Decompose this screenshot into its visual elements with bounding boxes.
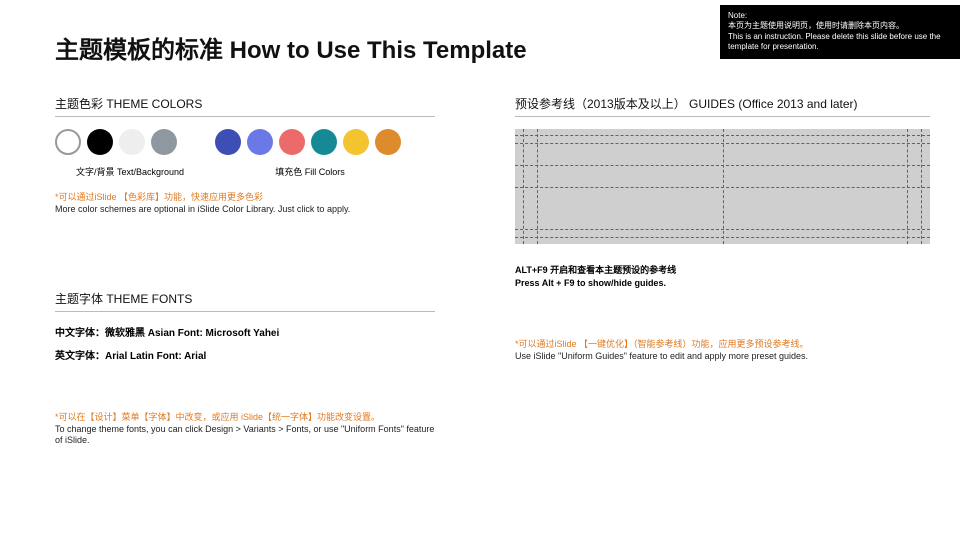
swatch-group-fill bbox=[215, 129, 401, 155]
tip-fonts-sub: To change theme fonts, you can click Des… bbox=[55, 424, 435, 447]
section-heading-fonts: 主题字体 THEME FONTS bbox=[55, 290, 435, 312]
swatch-row bbox=[55, 129, 435, 155]
section-heading-guides: 预设参考线（2013版本及以上） GUIDES (Office 2013 and… bbox=[515, 95, 930, 117]
page-title: 主题模板的标准 How to Use This Template bbox=[55, 30, 527, 65]
swatch-text-3 bbox=[119, 129, 145, 155]
tip-colors: *可以通过iSlide 【色彩库】功能，快速应用更多色彩 More color … bbox=[55, 192, 435, 215]
tip-colors-accent: *可以通过iSlide 【色彩库】功能，快速应用更多色彩 bbox=[55, 192, 435, 204]
swatch-fill-3 bbox=[279, 129, 305, 155]
tip-fonts-accent: *可以在【设计】菜单【字体】中改变，或应用 iSlide【统一字体】功能改变设置… bbox=[55, 412, 435, 424]
tip-guides-accent: *可以通过iSlide 【一键优化】（智能参考线）功能，应用更多预设参考线。 bbox=[515, 339, 930, 351]
swatch-fill-5 bbox=[343, 129, 369, 155]
guide-line bbox=[907, 129, 908, 244]
swatch-label-textbg: 文字/背景 Text/Background bbox=[55, 165, 205, 178]
swatch-fill-6 bbox=[375, 129, 401, 155]
guide-line bbox=[921, 129, 922, 244]
section-guides: 预设参考线（2013版本及以上） GUIDES (Office 2013 and… bbox=[515, 95, 930, 363]
note-line-en: This is an instruction. Please delete th… bbox=[728, 32, 952, 53]
note-line-zh: 本页为主题使用说明页，使用时请删除本页内容。 bbox=[728, 21, 952, 31]
section-theme-fonts: 主题字体 THEME FONTS 中文字体：微软雅黑 Asian Font: M… bbox=[55, 290, 435, 447]
tip-guides: *可以通过iSlide 【一键优化】（智能参考线）功能，应用更多预设参考线。 U… bbox=[515, 339, 930, 362]
swatch-fill-4 bbox=[311, 129, 337, 155]
tip-guides-sub: Use iSlide "Uniform Guides" feature to e… bbox=[515, 351, 930, 363]
swatch-fill-1 bbox=[215, 129, 241, 155]
swatch-text-2 bbox=[87, 129, 113, 155]
font-latin: 英文字体：Arial Latin Font: Arial bbox=[55, 347, 435, 362]
font-asian: 中文字体：微软雅黑 Asian Font: Microsoft Yahei bbox=[55, 324, 435, 339]
section-heading-colors: 主题色彩 THEME COLORS bbox=[55, 95, 435, 117]
guides-preview bbox=[515, 129, 930, 244]
alt-f9-zh: ALT+F9 开启和查看本主题预设的参考线 bbox=[515, 264, 930, 277]
tip-fonts: *可以在【设计】菜单【字体】中改变，或应用 iSlide【统一字体】功能改变设置… bbox=[55, 412, 435, 447]
alt-f9-line: ALT+F9 开启和查看本主题预设的参考线 Press Alt + F9 to … bbox=[515, 264, 930, 289]
note-box: Note: 本页为主题使用说明页，使用时请删除本页内容。 This is an … bbox=[720, 5, 960, 59]
swatch-group-text bbox=[55, 129, 177, 155]
swatch-label-fill: 填充色 Fill Colors bbox=[205, 165, 415, 178]
swatch-text-4 bbox=[151, 129, 177, 155]
swatch-text-1 bbox=[55, 129, 81, 155]
note-title: Note: bbox=[728, 11, 952, 21]
section-theme-colors: 主题色彩 THEME COLORS 文字/背景 Text/Background … bbox=[55, 95, 435, 215]
guide-line bbox=[537, 129, 538, 244]
swatch-labels: 文字/背景 Text/Background 填充色 Fill Colors bbox=[55, 165, 435, 178]
swatch-fill-2 bbox=[247, 129, 273, 155]
guide-line bbox=[523, 129, 524, 244]
guide-line bbox=[723, 129, 724, 244]
tip-colors-sub: More color schemes are optional in iSlid… bbox=[55, 204, 435, 216]
alt-f9-en: Press Alt + F9 to show/hide guides. bbox=[515, 277, 930, 290]
